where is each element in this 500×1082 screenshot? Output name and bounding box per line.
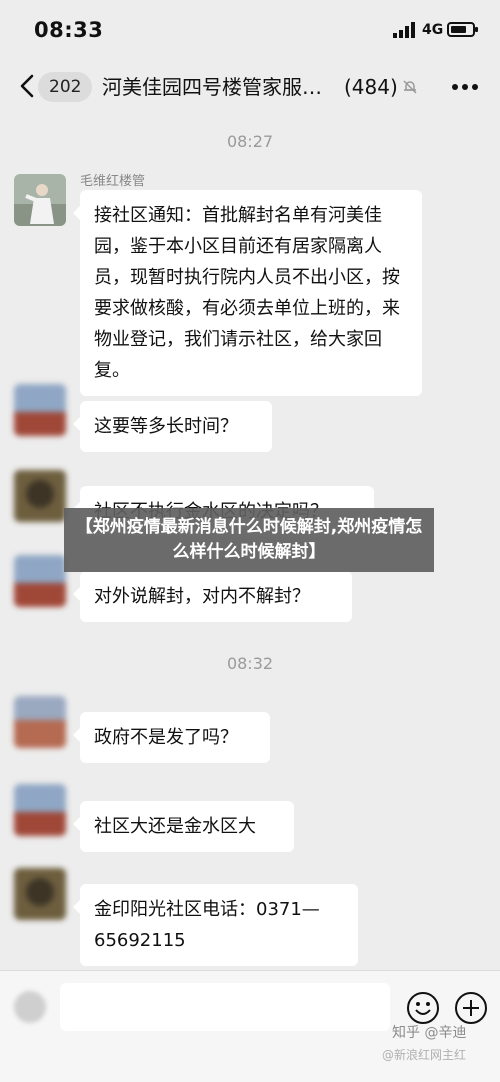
message-text: 社区大还是金水区大: [94, 816, 256, 837]
chat-header: 202 河美佳园四号楼管家服… (484): [0, 58, 500, 118]
sender-name: 毛维红楼管: [80, 174, 146, 189]
network-type: 4G: [422, 22, 444, 38]
status-bar: 08:33 4G: [0, 0, 500, 58]
message-bubble[interactable]: 接社区通知：首批解封名单有河美佳园，鉴于本小区目前还有居家隔离人员，现暂时执行院…: [73, 190, 422, 396]
more-icon[interactable]: [452, 76, 478, 95]
avatar[interactable]: [14, 174, 66, 226]
avatar[interactable]: [14, 555, 66, 607]
message-text: 政府不是发了吗？: [94, 727, 238, 748]
watermark: 知乎 @辛迪: [392, 1025, 467, 1041]
timestamp: 08:32: [226, 654, 274, 673]
battery-fill: [451, 26, 466, 33]
message-bubble[interactable]: 社区大还是金水区大: [73, 801, 294, 852]
watermark-secondary: @新浪红网主红: [382, 1048, 467, 1062]
status-time: 08:33: [34, 18, 104, 42]
message-bubble[interactable]: 这要等多长时间？: [73, 401, 272, 452]
message-text: 这要等多长时间？: [94, 416, 238, 437]
unread-badge[interactable]: 202: [38, 72, 93, 102]
signal-icon: [393, 22, 417, 42]
article-title-overlay: 【郑州疫情最新消息什么时候解封,郑州疫情怎么样什么时候解封】: [64, 508, 434, 572]
mute-bell-icon: [402, 79, 418, 99]
message-bubble[interactable]: 政府不是发了吗？: [73, 712, 270, 763]
avatar[interactable]: [14, 384, 66, 436]
timestamp: 08:27: [226, 132, 274, 151]
voice-icon[interactable]: [14, 991, 46, 1023]
message-text: 对外说解封，对内不解封？: [94, 586, 310, 607]
message-text: 金印阳光社区电话：0371—65692115: [94, 899, 320, 951]
message-input[interactable]: [60, 983, 390, 1031]
message-text: 接社区通知：首批解封名单有河美佳园，鉴于本小区目前还有居家隔离人员，现暂时执行院…: [94, 205, 400, 381]
member-count: (484): [344, 75, 398, 99]
avatar[interactable]: [14, 784, 66, 836]
avatar[interactable]: [14, 696, 66, 748]
avatar[interactable]: [14, 470, 66, 522]
message-bubble[interactable]: 金印阳光社区电话：0371—65692115: [73, 884, 358, 966]
battery-icon: [447, 22, 478, 37]
message-bubble[interactable]: 对外说解封，对内不解封？: [73, 571, 352, 622]
avatar[interactable]: [14, 868, 66, 920]
